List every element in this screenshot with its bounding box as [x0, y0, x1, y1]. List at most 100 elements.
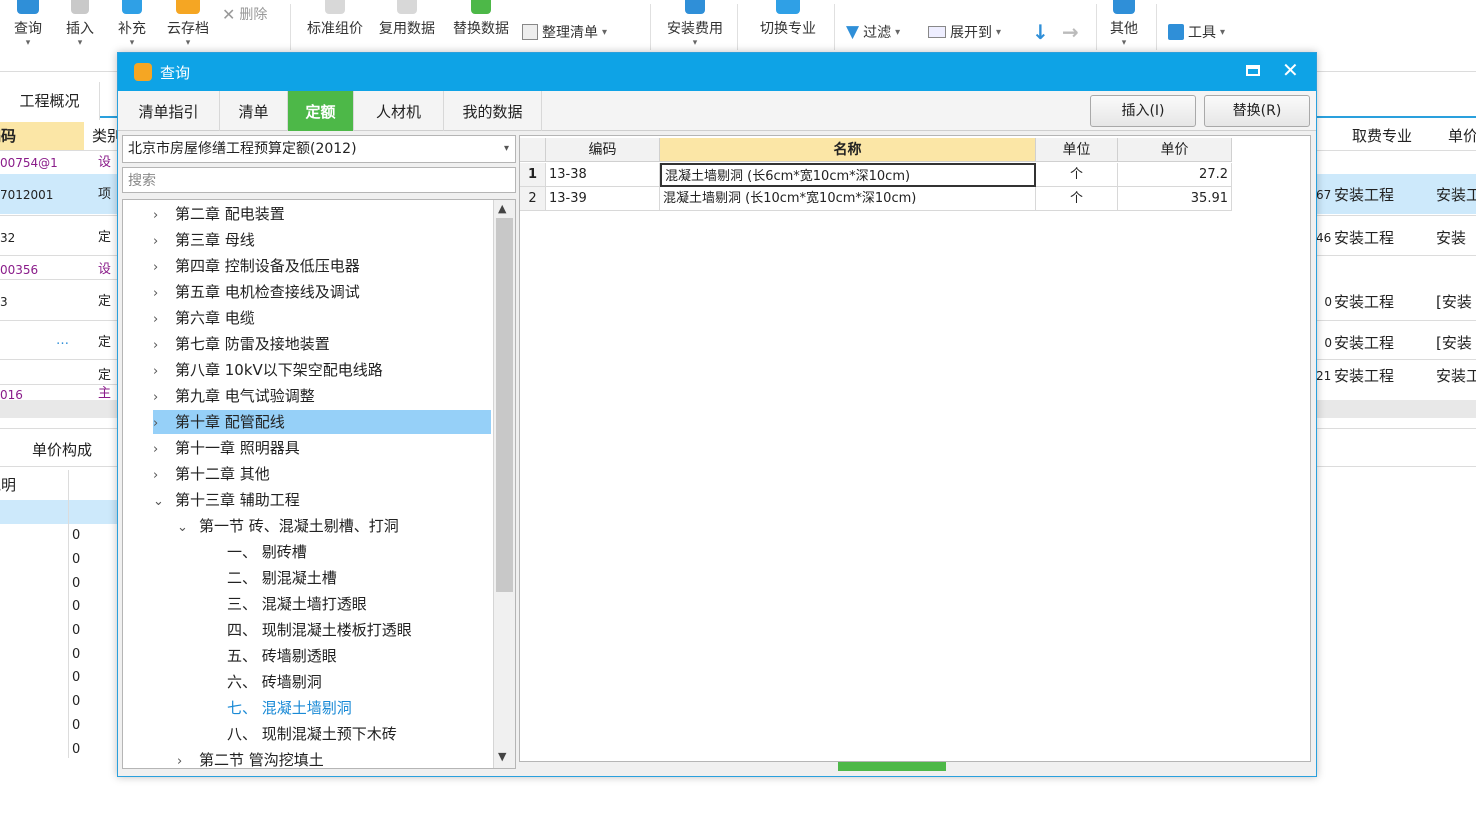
standard-group-price-button[interactable]: 标准组价: [302, 0, 368, 58]
ellipsis-button[interactable]: …: [56, 330, 80, 352]
maximize-icon[interactable]: [1246, 65, 1260, 76]
insert-label: 插入: [66, 21, 94, 37]
install-fee-button[interactable]: 安装费用 ▾: [662, 0, 728, 58]
filter-label: 过滤: [863, 25, 892, 41]
tree-node[interactable]: ⌄ 第十三章 辅助工程: [153, 488, 300, 512]
close-icon[interactable]: ✕: [1282, 58, 1299, 82]
cell-name[interactable]: 混凝土墙剔洞 (长6cm*宽10cm*深10cm): [660, 163, 1036, 187]
chevron-right-icon[interactable]: ›: [153, 308, 175, 332]
move-down-button[interactable]: ↓: [1032, 20, 1049, 44]
chevron-down-icon[interactable]: ⌄: [177, 516, 199, 540]
chevron-right-icon[interactable]: ›: [153, 230, 175, 254]
replace-data-button[interactable]: 替换数据: [446, 0, 516, 58]
switch-icon: [776, 0, 800, 14]
col-header-description[interactable]: 说明: [0, 472, 66, 498]
insert-button[interactable]: 插入(I): [1090, 95, 1196, 127]
switch-major-button[interactable]: 切换专业: [752, 0, 824, 58]
tab-quota[interactable]: 定额: [288, 91, 354, 131]
scroll-down-icon[interactable]: ▼: [498, 750, 506, 763]
selected-row[interactable]: [0, 500, 118, 524]
supplement-button[interactable]: 补充 ▾: [112, 0, 152, 58]
chevron-right-icon[interactable]: ›: [153, 464, 175, 488]
cell-unit-price[interactable]: 27.2: [1118, 163, 1232, 187]
splitter-handle[interactable]: [838, 762, 946, 771]
chevron-right-icon[interactable]: ›: [153, 256, 175, 280]
tree-node[interactable]: › 第四章 控制设备及低压电器: [153, 254, 360, 278]
scrollbar-thumb[interactable]: [496, 218, 513, 592]
cell-name[interactable]: 混凝土墙剔洞 (长10cm*宽10cm*深10cm): [660, 187, 1036, 211]
chevron-right-icon[interactable]: ›: [153, 282, 175, 306]
tree-leaf[interactable]: 三、 混凝土墙打透眼: [227, 592, 367, 616]
quota-results-table: 编码 名称 单位 单价 1 13-38 混凝土墙剔洞 (长6cm*宽10cm*深…: [519, 135, 1311, 762]
tree-node[interactable]: ⌄ 第一节 砖、混凝土剔槽、打洞: [177, 514, 399, 538]
filter-button[interactable]: ▼ 过滤 ▾: [846, 20, 900, 44]
tree-leaf[interactable]: 八、 现制混凝土预下木砖: [227, 722, 397, 746]
reuse-data-button[interactable]: 复用数据: [374, 0, 440, 58]
delete-button[interactable]: ✕ 删除: [222, 2, 267, 26]
tree-leaf[interactable]: 二、 剔混凝土槽: [227, 566, 337, 590]
tree-leaf-active[interactable]: 七、 混凝土墙剔洞: [227, 696, 352, 720]
tab-project-overview[interactable]: 工程概况: [0, 82, 100, 120]
chevron-right-icon[interactable]: ›: [177, 750, 199, 768]
tree-node[interactable]: › 第三章 母线: [153, 228, 255, 252]
col-header-type[interactable]: 类别: [86, 122, 118, 150]
row-number[interactable]: 2: [520, 187, 546, 211]
tab-unit-price-composition[interactable]: 单价构成: [14, 437, 110, 463]
organize-list-button[interactable]: 整理清单 ▾: [522, 20, 607, 44]
tab-list-guide[interactable]: 清单指引: [118, 91, 220, 131]
replace-button[interactable]: 替换(R): [1204, 95, 1310, 127]
col-header-name[interactable]: 名称: [660, 138, 1036, 162]
tree-node[interactable]: › 第七章 防雷及接地装置: [153, 332, 330, 356]
tree-node-selected[interactable]: › 第十章 配管配线: [153, 410, 491, 434]
scroll-up-icon[interactable]: ▲: [498, 202, 506, 215]
tools-button[interactable]: 工具 ▾: [1168, 20, 1225, 44]
divider: [0, 215, 118, 216]
move-right-button[interactable]: →: [1062, 20, 1079, 44]
query-button[interactable]: 查询 ▾: [8, 0, 48, 58]
tree-node[interactable]: › 第五章 电机检查接线及调试: [153, 280, 360, 304]
tree-node[interactable]: › 第二节 管沟挖填土: [177, 748, 324, 768]
list-icon: [522, 24, 538, 40]
col-header-unit[interactable]: 单位: [1036, 138, 1118, 162]
insert-button[interactable]: 插入 ▾: [60, 0, 100, 58]
col-header-code[interactable]: 编码: [546, 138, 660, 162]
tab-list[interactable]: 清单: [220, 91, 288, 131]
tree-node[interactable]: › 第二章 配电装置: [153, 202, 285, 226]
chevron-right-icon[interactable]: ›: [153, 412, 175, 436]
col-header-fee-major[interactable]: 取费专业: [1340, 122, 1424, 150]
chevron-right-icon[interactable]: ›: [153, 334, 175, 358]
tree-node[interactable]: › 第八章 10kV以下架空配电线路: [153, 358, 383, 382]
chevron-right-icon[interactable]: ›: [153, 438, 175, 462]
quota-library-select[interactable]: 北京市房屋修缮工程预算定额(2012) ▾: [122, 135, 516, 163]
dropdown-arrow-icon: ▾: [1220, 26, 1226, 38]
tree-node[interactable]: › 第六章 电缆: [153, 306, 255, 330]
tree-leaf[interactable]: 一、 剔砖槽: [227, 540, 307, 564]
cell-code[interactable]: 13-39: [546, 187, 660, 211]
col-header-unit-price[interactable]: 单价: [1430, 122, 1476, 150]
col-header-unit-price[interactable]: 单价: [1118, 138, 1232, 162]
tree-node[interactable]: › 第九章 电气试验调整: [153, 384, 315, 408]
tree-node[interactable]: › 第十二章 其他: [153, 462, 270, 486]
tree-leaf[interactable]: 六、 砖墙剔洞: [227, 670, 322, 694]
cell-unit-price[interactable]: 35.91: [1118, 187, 1232, 211]
cloud-archive-button[interactable]: 云存档 ▾: [162, 0, 214, 58]
tree-node[interactable]: › 第十一章 照明器具: [153, 436, 300, 460]
chevron-right-icon[interactable]: ›: [153, 204, 175, 228]
tree-leaf[interactable]: 五、 砖墙剔透眼: [227, 644, 337, 668]
chevron-right-icon[interactable]: ›: [153, 386, 175, 410]
expand-to-button[interactable]: 展开到 ▾: [928, 20, 1001, 44]
tab-labor-material-machine[interactable]: 人材机: [354, 91, 444, 131]
other-button[interactable]: 其他 ▾: [1104, 0, 1144, 58]
tab-my-data[interactable]: 我的数据: [444, 91, 542, 131]
row-number[interactable]: 1: [520, 163, 546, 187]
cell-code[interactable]: 13-38: [546, 163, 660, 187]
tree-vertical-scrollbar[interactable]: ▲ ▼: [493, 200, 515, 768]
search-input[interactable]: [122, 167, 516, 193]
chevron-right-icon[interactable]: ›: [153, 360, 175, 384]
cell-unit[interactable]: 个: [1036, 187, 1118, 211]
col-header-code[interactable]: 编码: [0, 122, 84, 150]
cell-unit[interactable]: 个: [1036, 163, 1118, 187]
tree-leaf[interactable]: 四、 现制混凝土楼板打透眼: [227, 618, 412, 642]
chevron-down-icon[interactable]: ⌄: [153, 490, 175, 514]
dialog-title-bar[interactable]: 查询 ✕: [118, 53, 1316, 91]
